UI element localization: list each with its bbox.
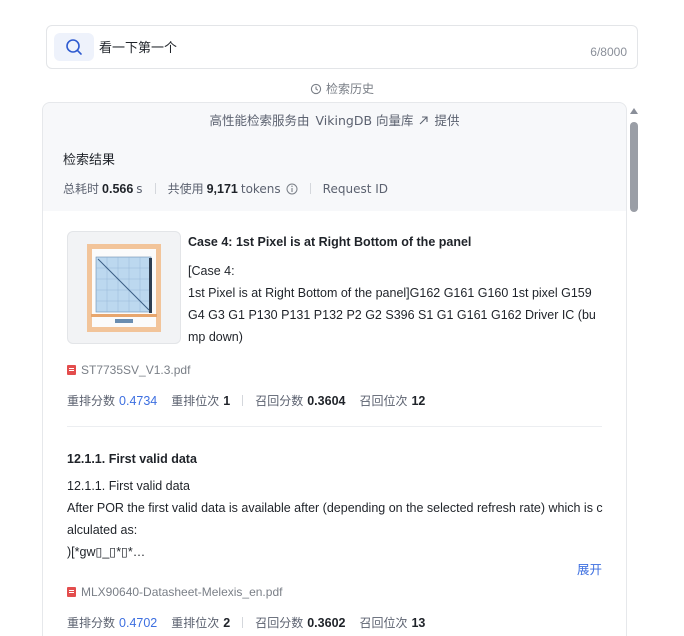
results-panel: 高性能检索服务由 VikingDB 向量库 提供 检索结果 总耗时 0.566 …: [42, 102, 627, 636]
document-preview-image: [87, 243, 161, 332]
char-counter: 6/8000: [590, 45, 627, 59]
score-row: 重排分数 0.4702 重排位次 2 召回分数 0.3602 召回位次 13: [67, 614, 425, 631]
snippet-line: )[*gw▯_▯*▯*…: [67, 545, 146, 559]
scroll-up-arrow-icon[interactable]: [630, 108, 638, 114]
recall-score-value: 0.3602: [307, 615, 346, 630]
request-id-button[interactable]: Request ID: [323, 182, 388, 196]
result-card: Case 4: 1st Pixel is at Right Bottom of …: [67, 211, 602, 427]
stats-row: 总耗时 0.566 s 共使用 9,171 tokens Request ID: [63, 180, 606, 197]
scrollbar-thumb[interactable]: [630, 122, 638, 212]
source-file[interactable]: MLX90640-Datasheet-Melexis_en.pdf: [67, 585, 282, 599]
expand-button[interactable]: 展开: [577, 559, 602, 578]
rerank-rank-label: 重排位次: [171, 616, 220, 630]
result-title: 12.1.1. First valid data: [67, 452, 197, 466]
rerank-score-value: 0.4702: [119, 615, 158, 630]
result-thumbnail[interactable]: [67, 231, 181, 344]
pdf-icon: [67, 365, 76, 375]
search-input[interactable]: 看一下第一个: [99, 37, 499, 56]
divider: [242, 617, 244, 628]
rerank-rank-value: 1: [223, 393, 231, 408]
history-icon: [310, 83, 322, 94]
source-file[interactable]: ST7735SV_V1.3.pdf: [67, 363, 190, 377]
recall-rank-value: 13: [411, 615, 426, 630]
divider: [242, 395, 244, 406]
time-unit: s: [136, 181, 143, 196]
result-title: Case 4: 1st Pixel is at Right Bottom of …: [188, 235, 472, 249]
pdf-icon: [67, 587, 76, 597]
snippet-line: 1st Pixel is at Right Bottom of the pane…: [188, 286, 596, 344]
provider-banner: 高性能检索服务由 VikingDB 向量库 提供: [43, 103, 626, 135]
time-label: 总耗时: [63, 182, 100, 196]
recall-rank-label: 召回位次: [359, 394, 408, 408]
recall-rank-value: 12: [411, 393, 426, 408]
rerank-score-value: 0.4734: [119, 393, 158, 408]
divider: [154, 183, 156, 194]
info-icon[interactable]: [286, 183, 298, 195]
recall-rank-label: 召回位次: [359, 616, 408, 630]
results-title: 检索结果: [63, 153, 116, 168]
provider-suffix: 提供: [434, 112, 460, 128]
recall-score-label: 召回分数: [255, 394, 304, 408]
rerank-rank-value: 2: [223, 615, 231, 630]
recall-score-label: 召回分数: [255, 616, 304, 630]
snippet-line: [Case 4:: [188, 264, 235, 278]
tokens-value: 9,171: [206, 181, 238, 196]
search-box: 看一下第一个 6/8000: [46, 25, 638, 69]
history-label: 检索历史: [325, 82, 374, 96]
divider: [309, 183, 311, 194]
vikingdb-link-label: VikingDB 向量库: [315, 112, 414, 128]
recall-score-value: 0.3604: [307, 393, 346, 408]
rerank-score-label: 重排分数: [67, 394, 116, 408]
file-name: ST7735SV_V1.3.pdf: [81, 363, 191, 377]
search-button[interactable]: [54, 33, 94, 61]
score-row: 重排分数 0.4734 重排位次 1 召回分数 0.3604 召回位次 12: [67, 392, 425, 409]
provider-prefix: 高性能检索服务由: [209, 112, 310, 128]
snippet-line: After POR the first valid data is availa…: [67, 501, 603, 537]
snippet-line: 12.1.1. First valid data: [67, 479, 190, 493]
tokens-unit: tokens: [240, 181, 281, 196]
result-snippet: [Case 4: 1st Pixel is at Right Bottom of…: [188, 260, 601, 348]
search-icon: [66, 39, 82, 55]
scrollbar[interactable]: [628, 106, 640, 636]
file-name: MLX90640-Datasheet-Melexis_en.pdf: [81, 585, 283, 599]
results-list: Case 4: 1st Pixel is at Right Bottom of …: [43, 211, 626, 636]
tokens-label: 共使用: [167, 182, 204, 196]
vikingdb-link[interactable]: VikingDB 向量库: [316, 110, 429, 129]
result-card: 12.1.1. First valid data 12.1.1. First v…: [67, 427, 603, 636]
result-snippet: 12.1.1. First valid data After POR the f…: [67, 475, 603, 563]
external-link-icon: [420, 115, 429, 124]
rerank-score-label: 重排分数: [67, 616, 116, 630]
time-value: 0.566: [102, 181, 134, 196]
rerank-rank-label: 重排位次: [171, 394, 220, 408]
search-history-link[interactable]: 检索历史: [0, 80, 684, 97]
